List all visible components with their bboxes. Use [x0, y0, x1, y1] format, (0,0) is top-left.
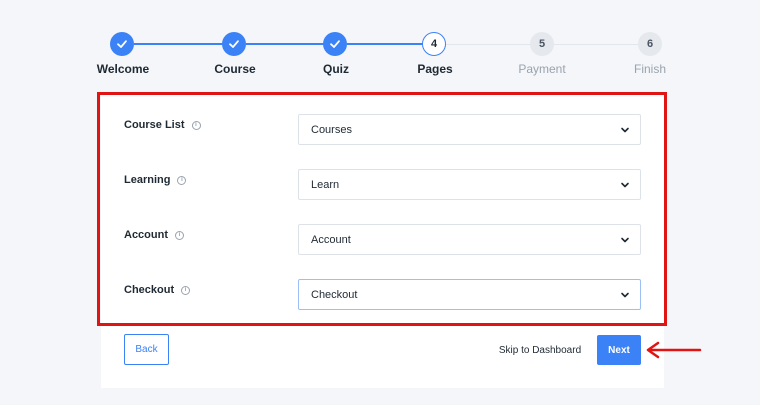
next-button[interactable]: Next — [597, 335, 641, 365]
annotation-highlight-box — [97, 92, 667, 326]
step-course-check-icon[interactable] — [222, 32, 246, 56]
annotation-arrow-icon — [646, 341, 702, 359]
step-finish-number: 6 — [638, 32, 662, 56]
step-connector-2 — [246, 43, 335, 45]
back-button[interactable]: Back — [124, 334, 169, 365]
step-label-payment: Payment — [518, 62, 566, 76]
step-connector-1 — [134, 43, 223, 45]
step-connector-3 — [347, 43, 423, 45]
skip-to-dashboard-link[interactable]: Skip to Dashboard — [496, 342, 584, 358]
step-connector-5 — [554, 44, 638, 45]
step-label-welcome: Welcome — [96, 62, 150, 76]
step-payment-number: 5 — [530, 32, 554, 56]
step-connector-4 — [446, 44, 530, 45]
step-label-pages: Pages — [417, 62, 453, 76]
step-quiz-check-icon[interactable] — [323, 32, 347, 56]
step-label-course: Course — [214, 62, 256, 76]
setup-stepper: 4 5 6 Welcome Course Quiz Pages Payment … — [0, 0, 760, 90]
step-welcome-check-icon[interactable] — [110, 32, 134, 56]
step-label-quiz: Quiz — [323, 62, 349, 76]
step-pages-number[interactable]: 4 — [422, 32, 446, 56]
step-label-finish: Finish — [633, 62, 667, 76]
